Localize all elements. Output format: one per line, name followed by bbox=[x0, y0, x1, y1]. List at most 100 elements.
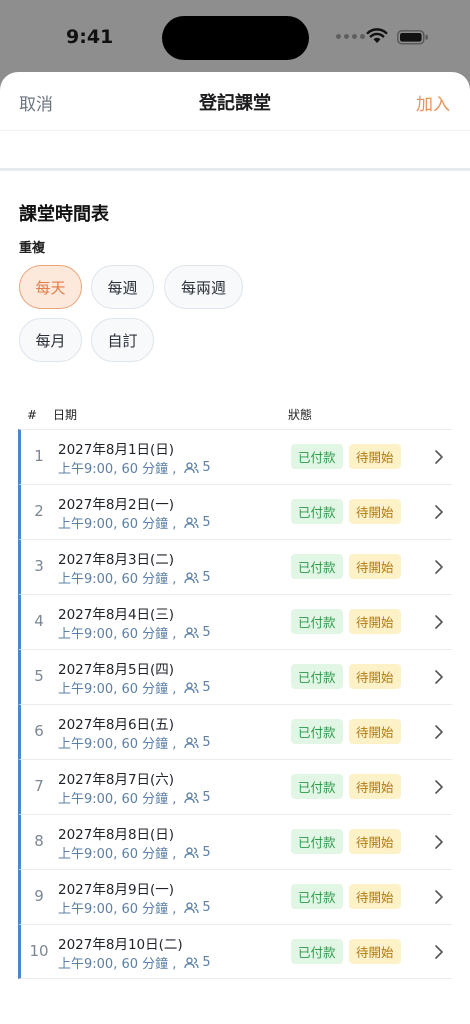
row-number: 6 bbox=[34, 722, 44, 740]
paid-badge: 已付款 bbox=[291, 664, 343, 689]
row-number: 10 bbox=[29, 942, 49, 960]
nav-divider bbox=[0, 130, 470, 131]
pending-badge: 待開始 bbox=[349, 609, 401, 634]
row-date: 2027年8月1日(日) bbox=[58, 442, 175, 458]
paid-badge: 已付款 bbox=[291, 829, 343, 854]
people-icon bbox=[184, 571, 200, 583]
paid-badge: 已付款 bbox=[291, 719, 343, 744]
row-number: 4 bbox=[34, 612, 44, 630]
people-icon bbox=[184, 901, 200, 913]
paid-badge: 已付款 bbox=[291, 939, 343, 964]
chevron-right-icon bbox=[435, 615, 443, 629]
column-header-date: 日期 bbox=[53, 408, 78, 422]
row-time: 上午9:00, 60 分鐘 , bbox=[58, 517, 177, 532]
row-number: 1 bbox=[34, 447, 44, 465]
table-row[interactable]: 7 2027年8月7日(六) 上午9:00, 60 分鐘 , 5 已付款 待開始 bbox=[18, 759, 452, 814]
chevron-right-icon bbox=[435, 725, 443, 739]
paid-badge: 已付款 bbox=[291, 609, 343, 634]
repeat-option-custom[interactable]: 自訂 bbox=[91, 318, 154, 362]
row-time: 上午9:00, 60 分鐘 , bbox=[58, 682, 177, 697]
chevron-right-icon bbox=[435, 505, 443, 519]
chevron-right-icon bbox=[435, 450, 443, 464]
chevron-right-icon bbox=[435, 780, 443, 794]
row-people-count: 5 bbox=[202, 625, 211, 640]
repeat-option-daily[interactable]: 每天 bbox=[19, 265, 82, 309]
session-list: 1 2027年8月1日(日) 上午9:00, 60 分鐘 , 5 已付款 待開始 2 2027… bbox=[18, 429, 452, 979]
row-people-count: 5 bbox=[202, 790, 211, 805]
table-row[interactable]: 4 2027年8月4日(三) 上午9:00, 60 分鐘 , 5 已付款 待開始 bbox=[18, 594, 452, 649]
table-row[interactable]: 1 2027年8月1日(日) 上午9:00, 60 分鐘 , 5 已付款 待開始 bbox=[18, 429, 452, 484]
repeat-option-monthly[interactable]: 每月 bbox=[19, 318, 82, 362]
nav-bar: 取消 登記課堂 加入 bbox=[0, 72, 470, 130]
row-number: 9 bbox=[34, 887, 44, 905]
row-time: 上午9:00, 60 分鐘 , bbox=[58, 462, 177, 477]
repeat-option-weekly[interactable]: 每週 bbox=[91, 265, 154, 309]
row-details: 上午9:00, 60 分鐘 , 5 bbox=[58, 568, 211, 587]
chevron-right-icon bbox=[435, 890, 443, 904]
row-date: 2027年8月4日(三) bbox=[58, 607, 175, 623]
row-time: 上午9:00, 60 分鐘 , bbox=[58, 572, 177, 587]
dynamic-island bbox=[162, 16, 309, 60]
wifi-icon bbox=[366, 28, 388, 43]
row-number: 7 bbox=[34, 777, 44, 795]
column-header-number: # bbox=[27, 408, 38, 422]
people-icon bbox=[184, 791, 200, 803]
row-people-count: 5 bbox=[202, 515, 211, 530]
section-divider bbox=[0, 168, 470, 171]
people-icon bbox=[184, 516, 200, 528]
table-row[interactable]: 9 2027年8月9日(一) 上午9:00, 60 分鐘 , 5 已付款 待開始 bbox=[18, 869, 452, 924]
row-date: 2027年8月5日(四) bbox=[58, 662, 175, 678]
people-icon bbox=[184, 626, 200, 638]
row-details: 上午9:00, 60 分鐘 , 5 bbox=[58, 623, 211, 642]
repeat-option-biweekly[interactable]: 每兩週 bbox=[164, 265, 243, 309]
people-icon bbox=[184, 461, 200, 473]
row-date: 2027年8月3日(二) bbox=[58, 552, 175, 568]
pending-badge: 待開始 bbox=[349, 774, 401, 799]
chevron-right-icon bbox=[435, 945, 443, 959]
pending-badge: 待開始 bbox=[349, 554, 401, 579]
table-row[interactable]: 5 2027年8月5日(四) 上午9:00, 60 分鐘 , 5 已付款 待開始 bbox=[18, 649, 452, 704]
row-people-count: 5 bbox=[202, 680, 211, 695]
people-icon bbox=[184, 846, 200, 858]
row-people-count: 5 bbox=[202, 900, 211, 915]
row-date: 2027年8月2日(一) bbox=[58, 497, 175, 513]
chevron-right-icon bbox=[435, 560, 443, 574]
row-date: 2027年8月6日(五) bbox=[58, 717, 175, 733]
pending-badge: 待開始 bbox=[349, 499, 401, 524]
chevron-right-icon bbox=[435, 835, 443, 849]
page-title: 登記課堂 bbox=[199, 93, 271, 114]
row-date: 2027年8月7日(六) bbox=[58, 772, 175, 788]
pending-badge: 待開始 bbox=[349, 719, 401, 744]
add-button[interactable]: 加入 bbox=[416, 90, 450, 115]
row-details: 上午9:00, 60 分鐘 , 5 bbox=[58, 513, 211, 532]
column-header-status: 狀態 bbox=[288, 408, 313, 422]
paid-badge: 已付款 bbox=[291, 554, 343, 579]
row-date: 2027年8月8日(日) bbox=[58, 827, 175, 843]
row-people-count: 5 bbox=[202, 570, 211, 585]
row-details: 上午9:00, 60 分鐘 , 5 bbox=[58, 788, 211, 807]
row-people-count: 5 bbox=[202, 955, 211, 970]
row-people-count: 5 bbox=[202, 735, 211, 750]
table-row[interactable]: 2 2027年8月2日(一) 上午9:00, 60 分鐘 , 5 已付款 待開始 bbox=[18, 484, 452, 539]
row-number: 3 bbox=[34, 557, 44, 575]
table-row[interactable]: 8 2027年8月8日(日) 上午9:00, 60 分鐘 , 5 已付款 待開始 bbox=[18, 814, 452, 869]
people-icon bbox=[184, 956, 200, 968]
table-row[interactable]: 3 2027年8月3日(二) 上午9:00, 60 分鐘 , 5 已付款 待開始 bbox=[18, 539, 452, 594]
table-row[interactable]: 6 2027年8月6日(五) 上午9:00, 60 分鐘 , 5 已付款 待開始 bbox=[18, 704, 452, 759]
table-header: # 日期 狀態 bbox=[0, 406, 470, 426]
chevron-right-icon bbox=[435, 670, 443, 684]
row-people-count: 5 bbox=[202, 460, 211, 475]
table-row[interactable]: 10 2027年8月10日(二) 上午9:00, 60 分鐘 , 5 已付款 待開始 bbox=[18, 924, 452, 979]
row-number: 5 bbox=[34, 667, 44, 685]
cellular-signal-icon bbox=[336, 34, 365, 39]
row-details: 上午9:00, 60 分鐘 , 5 bbox=[58, 898, 211, 917]
row-number: 2 bbox=[34, 502, 44, 520]
register-class-sheet: 取消 登記課堂 加入 課堂時間表 重複 每天 每週 每兩週 每月 自訂 # 日期… bbox=[0, 72, 470, 1024]
row-time: 上午9:00, 60 分鐘 , bbox=[58, 847, 177, 862]
paid-badge: 已付款 bbox=[291, 884, 343, 909]
row-details: 上午9:00, 60 分鐘 , 5 bbox=[58, 953, 211, 972]
people-icon bbox=[184, 681, 200, 693]
pending-badge: 待開始 bbox=[349, 884, 401, 909]
row-time: 上午9:00, 60 分鐘 , bbox=[58, 737, 177, 752]
row-date: 2027年8月9日(一) bbox=[58, 882, 175, 898]
